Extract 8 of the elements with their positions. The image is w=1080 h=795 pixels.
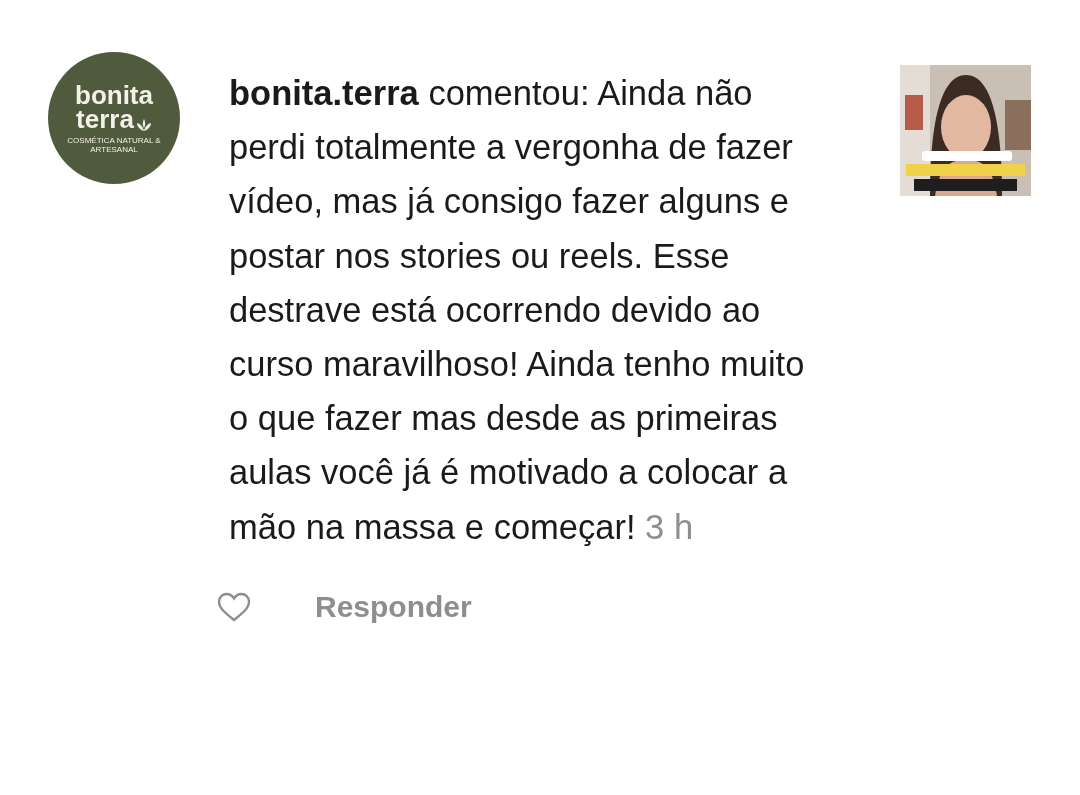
logo-tagline: COSMÉTICA NATURAL & ARTESANAL [66,135,162,154]
like-button[interactable] [217,591,251,622]
heart-icon [217,591,251,622]
comment-text: bonita.terra comentou: Ainda não perdi totalmente a vergonha de fazer vídeo, mas já consigo fazer alguns e postar nos stories ou reels. Esse destrave está ocorrendo devido ao curso maravilhoso! Ainda tenho muito o que fazer mas desde as primeiras aulas você já é motivado a colocar a mão na massa e começar! 3 h [229,73,806,548]
logo-text: terra [76,106,134,131]
logo-text: bonita [75,82,153,107]
brand-logo-avatar[interactable]: bonita terra COSMÉTICA NATURAL & ARTESANAL [48,52,180,184]
leaf-icon [135,118,152,131]
